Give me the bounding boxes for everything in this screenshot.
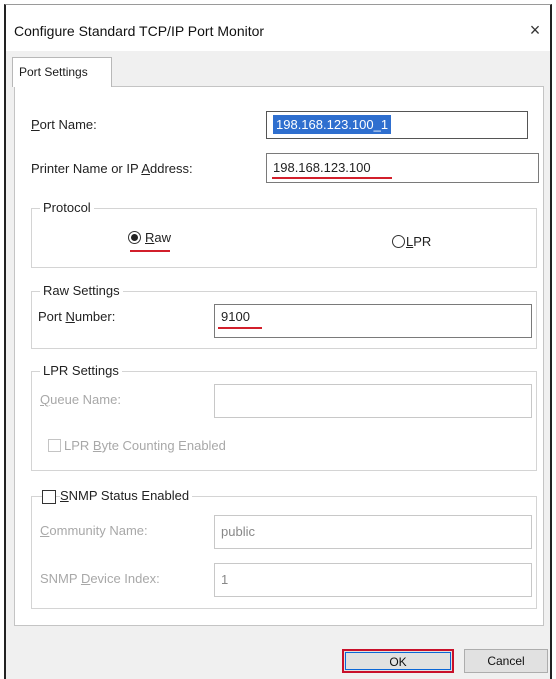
- port-name-field[interactable]: 198.168.123.100_1: [266, 111, 528, 139]
- queue-name-label: Queue Name:: [40, 392, 121, 407]
- printer-address-underline: [272, 177, 392, 179]
- port-number-field[interactable]: 9100: [214, 304, 532, 338]
- device-index-label: SNMP Device Index:: [40, 571, 160, 586]
- port-number-value: 9100: [221, 309, 250, 324]
- port-number-underline: [218, 327, 262, 329]
- device-index-value: 1: [221, 572, 229, 587]
- community-name-value: public: [221, 524, 255, 539]
- window-title: Configure Standard TCP/IP Port Monitor: [14, 23, 265, 39]
- close-icon[interactable]: ×: [524, 19, 546, 41]
- lpr-settings-title: LPR Settings: [40, 363, 122, 378]
- lpr-byte-counting-label: LPR Byte Counting Enabled: [64, 438, 226, 453]
- dialog-window: Configure Standard TCP/IP Port Monitor ×…: [4, 4, 552, 679]
- ok-button[interactable]: OK: [342, 649, 454, 673]
- title-bar: Configure Standard TCP/IP Port Monitor ×: [6, 5, 550, 51]
- port-name-label: Port Name:: [31, 117, 97, 132]
- snmp-group: SNMP Status Enabled Community Name: publ…: [31, 488, 537, 609]
- raw-radio-label[interactable]: Raw: [145, 230, 171, 245]
- port-name-value: 198.168.123.100_1: [273, 115, 392, 134]
- snmp-checkbox[interactable]: [42, 490, 56, 504]
- raw-radio[interactable]: [128, 231, 141, 244]
- device-index-field[interactable]: 1: [214, 563, 532, 597]
- protocol-group-title: Protocol: [40, 200, 94, 215]
- lpr-radio-label[interactable]: LPR: [406, 234, 431, 249]
- community-name-label: Community Name:: [40, 523, 148, 538]
- raw-settings-title: Raw Settings: [40, 283, 123, 298]
- raw-settings-group: Raw Settings Port Number: 9100: [31, 283, 537, 349]
- printer-address-label: Printer Name or IP Address:: [31, 161, 193, 176]
- protocol-group: Protocol Raw LPR: [31, 200, 537, 268]
- port-number-label: Port Number:: [38, 309, 116, 324]
- lpr-settings-group: LPR Settings Queue Name: LPR Byte Counti…: [31, 363, 537, 471]
- queue-name-field[interactable]: [214, 384, 532, 418]
- cancel-button[interactable]: Cancel: [464, 649, 548, 673]
- lpr-byte-counting-checkbox[interactable]: [48, 439, 61, 452]
- printer-address-value: 198.168.123.100: [273, 160, 371, 175]
- lpr-radio[interactable]: [392, 235, 405, 248]
- community-name-field[interactable]: public: [214, 515, 532, 549]
- tab-port-settings[interactable]: Port Settings: [12, 57, 112, 87]
- snmp-label[interactable]: SNMP Status Enabled: [60, 488, 193, 503]
- raw-underline: [130, 250, 170, 252]
- port-settings-panel: Port Name: 198.168.123.100_1 Printer Nam…: [14, 86, 544, 626]
